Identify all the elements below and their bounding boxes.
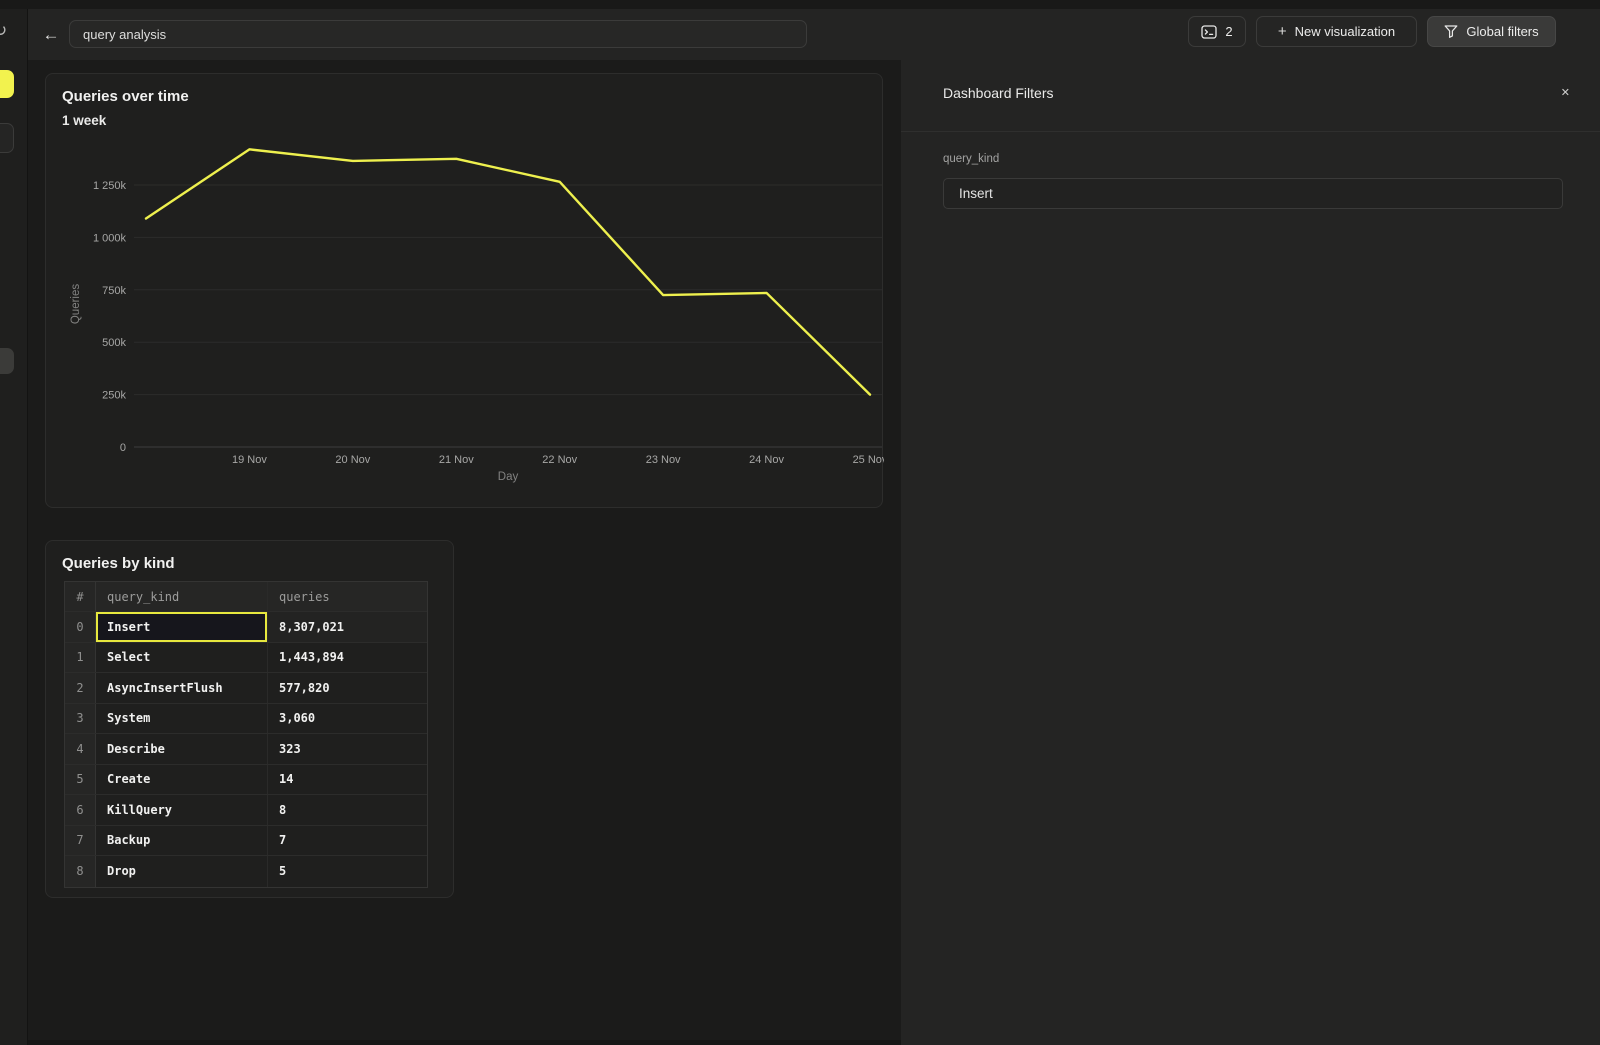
topbar: ← 2 + New visualization Global filters [28, 9, 1600, 60]
sidebar-item[interactable] [0, 123, 14, 153]
table-row: 5Create14 [65, 765, 427, 796]
table-row: 0Insert8,307,021 [65, 612, 427, 643]
table-cell-queries[interactable]: 323 [268, 734, 426, 764]
table-cell-index: 7 [65, 826, 96, 856]
svg-text:25 Nov: 25 Nov [853, 454, 884, 466]
svg-text:23 Nov: 23 Nov [646, 454, 681, 466]
filters-panel-header: Dashboard Filters ✕ [901, 60, 1600, 132]
window-top-strip [0, 0, 1600, 9]
svg-text:750k: 750k [102, 285, 126, 297]
global-filters-label: Global filters [1466, 24, 1538, 39]
table-cell-index: 6 [65, 795, 96, 825]
table-cell-index: 2 [65, 673, 96, 703]
console-icon [1201, 25, 1217, 39]
table-cell-index: 4 [65, 734, 96, 764]
queries-table: #query_kindqueries0Insert8,307,0211Selec… [64, 581, 428, 888]
query-kind-filter-input[interactable]: Insert [943, 178, 1563, 209]
queries-by-kind-card: Queries by kind #query_kindqueries0Inser… [45, 540, 454, 898]
new-visualization-button[interactable]: + New visualization [1256, 16, 1417, 47]
table-cell-index: 0 [65, 612, 96, 642]
svg-text:22 Nov: 22 Nov [542, 454, 577, 466]
table-cell-queries[interactable]: 7 [268, 826, 426, 856]
dashboard-app: ↻ ← 2 + New visualization [0, 0, 1600, 1045]
dashboard-title-input[interactable] [69, 20, 807, 48]
table-cell-query-kind[interactable]: Drop [96, 856, 268, 887]
table-cell-query-kind[interactable]: Backup [96, 826, 268, 856]
global-filters-button[interactable]: Global filters [1427, 16, 1556, 47]
table-cell-query-kind[interactable]: KillQuery [96, 795, 268, 825]
table-cell-query-kind[interactable]: Select [96, 643, 268, 673]
dashboard-filters-panel: Dashboard Filters ✕ query_kind Insert [901, 60, 1600, 1045]
table-row: 1Select1,443,894 [65, 643, 427, 674]
table-cell-index: 3 [65, 704, 96, 734]
table-cell-queries[interactable]: 1,443,894 [268, 643, 426, 673]
table-cell-index: 5 [65, 765, 96, 795]
column-header-index: # [65, 582, 96, 611]
table-cell-query-kind[interactable]: Create [96, 765, 268, 795]
table-row: 7Backup7 [65, 826, 427, 857]
query-kind-filter-label: query_kind [943, 153, 999, 165]
table-cell-queries[interactable]: 14 [268, 765, 426, 795]
column-header-query-kind: query_kind [96, 582, 268, 611]
svg-text:20 Nov: 20 Nov [335, 454, 370, 466]
new-visualization-label: New visualization [1295, 24, 1395, 39]
svg-text:1 000k: 1 000k [93, 232, 127, 244]
table-row: 3System3,060 [65, 704, 427, 735]
back-button[interactable]: ← [38, 22, 64, 48]
console-count: 2 [1225, 24, 1232, 39]
sql-console-button[interactable]: 2 [1188, 16, 1246, 47]
plus-icon: + [1278, 23, 1287, 40]
table-cell-queries[interactable]: 3,060 [268, 704, 426, 734]
sidebar-item-active[interactable] [0, 70, 14, 98]
close-icon[interactable]: ✕ [1557, 82, 1574, 103]
table-cell-query-kind[interactable]: System [96, 704, 268, 734]
svg-text:24 Nov: 24 Nov [749, 454, 784, 466]
table-cell-query-kind[interactable]: Insert [96, 612, 268, 642]
svg-text:0: 0 [120, 442, 126, 454]
svg-text:19 Nov: 19 Nov [232, 454, 267, 466]
svg-text:21 Nov: 21 Nov [439, 454, 474, 466]
history-refresh-icon[interactable]: ↻ [0, 21, 7, 41]
table-cell-queries[interactable]: 577,820 [268, 673, 426, 703]
table-cell-queries[interactable]: 8 [268, 795, 426, 825]
table-cell-queries[interactable]: 5 [268, 856, 426, 887]
table-cell-index: 8 [65, 856, 96, 887]
table-row: 2AsyncInsertFlush577,820 [65, 673, 427, 704]
table-row: 6KillQuery8 [65, 795, 427, 826]
table-cell-index: 1 [65, 643, 96, 673]
column-header-queries: queries [268, 582, 426, 611]
table-cell-query-kind[interactable]: Describe [96, 734, 268, 764]
table-row: 8Drop5 [65, 856, 427, 887]
sidebar: ↻ [0, 9, 28, 1045]
query-kind-filter-value: Insert [959, 186, 993, 201]
table-row: 4Describe323 [65, 734, 427, 765]
funnel-icon [1444, 25, 1458, 38]
table-title: Queries by kind [62, 555, 175, 572]
svg-text:Day: Day [498, 471, 519, 483]
table-header-row: #query_kindqueries [65, 582, 427, 612]
svg-text:Queries: Queries [70, 284, 82, 325]
filters-panel-title: Dashboard Filters [943, 85, 1054, 101]
queries-over-time-plot: 0 250k 500k 750k 1 000k 1 250k 19 Nov 20 Nov 21 … [46, 74, 884, 509]
dashboard-canvas: Queries over time 1 week 0250k500k750k1 … [28, 60, 901, 1045]
svg-text:500k: 500k [102, 337, 126, 349]
svg-text:250k: 250k [102, 390, 126, 402]
table-cell-query-kind[interactable]: AsyncInsertFlush [96, 673, 268, 703]
svg-text:1 250k: 1 250k [93, 180, 127, 192]
queries-over-time-card: Queries over time 1 week 0250k500k750k1 … [45, 73, 883, 508]
sidebar-item[interactable] [0, 348, 14, 374]
table-cell-queries[interactable]: 8,307,021 [268, 612, 426, 642]
